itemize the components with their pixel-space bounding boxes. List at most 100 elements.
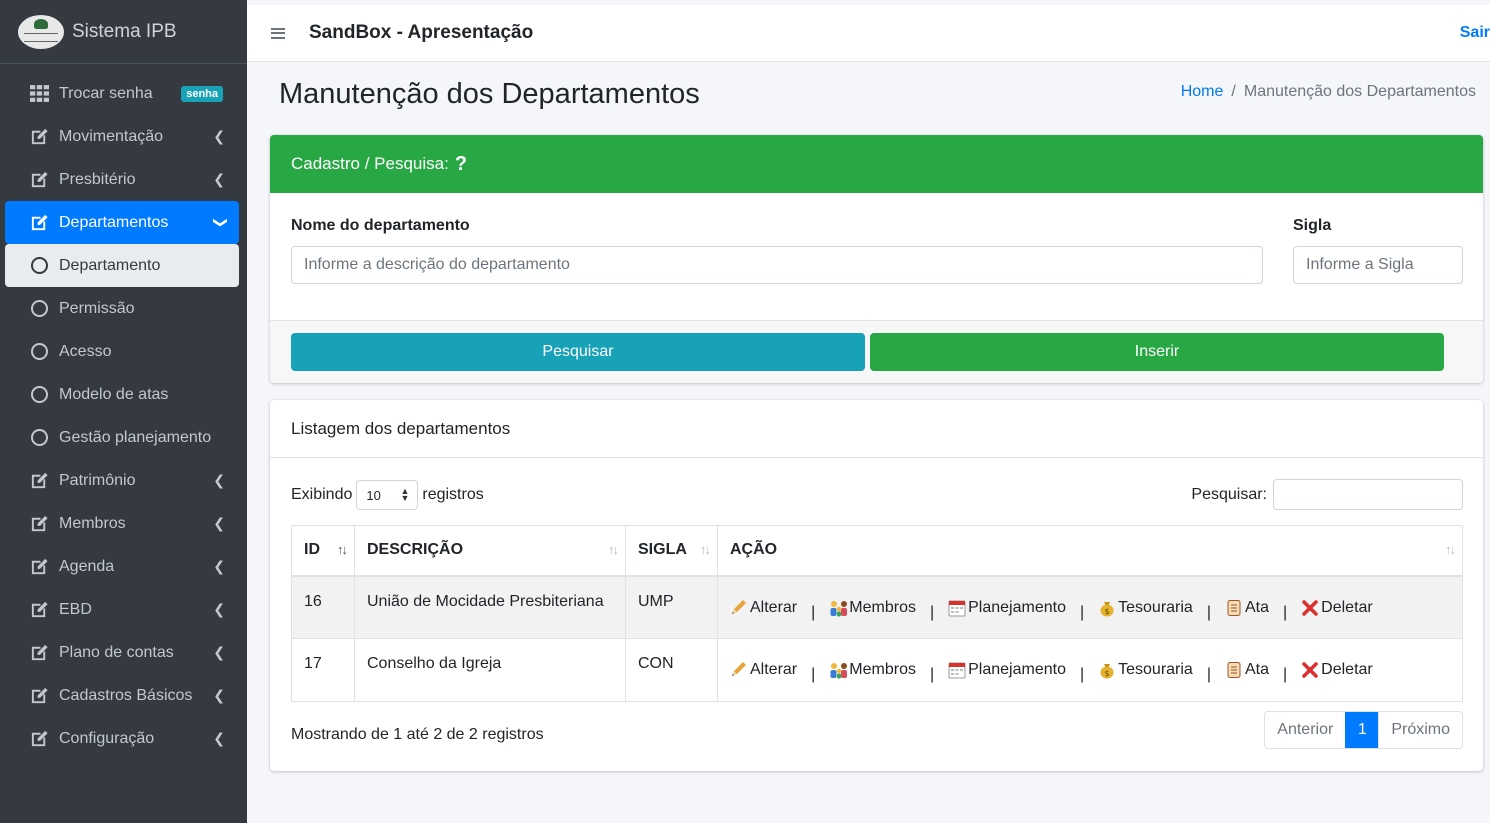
breadcrumb-home-link[interactable]: Home [1181,83,1224,101]
sidebar-item-modelo-de-atas[interactable]: Modelo de atas [5,373,239,416]
action-label: Deletar [1321,598,1373,616]
column-header-id[interactable]: ID ↑↓ [291,525,355,577]
action-label: Alterar [750,598,798,616]
sidebar-item-departamento[interactable]: Departamento [5,244,239,287]
svg-text:$: $ [1105,669,1110,678]
deletar-link[interactable]: Deletar [1301,661,1373,679]
column-header-sigla[interactable]: SIGLA ↑↓ [625,525,718,577]
page-size-select[interactable]: 10 ▲ ▼ [356,480,419,510]
sidebar-item-movimentacao[interactable]: Movimentação ❮ [5,115,239,158]
sidebar-item-configuracao[interactable]: Configuração ❮ [5,717,239,760]
deletar-link[interactable]: Deletar [1301,599,1373,617]
cross-mark-icon [1301,661,1319,679]
form-card-title: Cadastro / Pesquisa: [291,154,449,173]
chevron-left-icon: ❮ [213,730,225,746]
sidebar-item-departamentos[interactable]: Departamentos ❮ [5,201,239,244]
sidebar-item-label: Membros [59,514,126,532]
circle-icon [29,428,49,448]
breadcrumb: Home / Manutenção dos Departamentos [1181,83,1476,101]
sidebar-item-acesso[interactable]: Acesso [5,330,239,373]
action-separator: | [1283,666,1288,683]
church-logo [18,14,64,49]
scroll-icon [1225,599,1243,617]
planejamento-link[interactable]: Planejamento [948,661,1066,679]
sidebar-item-membros[interactable]: Membros ❮ [5,502,239,545]
circle-icon [29,256,49,276]
sidebar-item-permissao[interactable]: Permissão [5,287,239,330]
help-icon[interactable]: ? [455,153,467,176]
chevron-left-icon: ❮ [213,171,225,187]
sidebar-item-label: Agenda [59,557,115,575]
alterar-link[interactable]: Alterar [730,661,797,679]
ata-link[interactable]: Ata [1225,599,1269,617]
edit-icon [29,557,49,577]
form-card-header: Cadastro / Pesquisa: ? [270,135,1483,193]
table-row: 17 Conselho da Igreja CON Alterar | Membro… [291,638,1463,702]
alterar-link[interactable]: Alterar [730,599,797,617]
planejamento-link[interactable]: Planejamento [948,599,1066,617]
sidebar-item-label: EBD [59,600,92,618]
sidebar-item-gestao-planejamento[interactable]: Gestão planejamento [5,416,239,459]
chevron-left-icon: ❮ [213,644,225,660]
sidebar-item-trocar-senha[interactable]: Trocar senha senha [5,72,239,115]
sigla-input[interactable]: Informe a Sigla [1293,246,1463,284]
action-label: Membros [849,598,916,616]
logout-link[interactable]: Sair [1460,24,1490,42]
table-info: Mostrando de 1 até 2 de 2 registros [291,726,544,743]
grid-icon [29,84,49,104]
chevron-left-icon: ❮ [213,515,225,531]
sidebar-item-ebd[interactable]: EBD ❮ [5,588,239,631]
sidebar-item-plano-de-contas[interactable]: Plano de contas ❮ [5,631,239,674]
sidebar-item-label: Trocar senha [59,84,153,102]
sidebar-item-agenda[interactable]: Agenda ❮ [5,545,239,588]
svg-text:$: $ [1105,607,1110,616]
brand-name: Sistema IPB [72,20,177,42]
menu-toggle-icon[interactable] [271,27,285,39]
calendar-icon [948,661,966,679]
tesouraria-link[interactable]: $ Tesouraria [1098,599,1193,617]
edit-icon [29,213,49,233]
action-label: Tesouraria [1118,598,1193,616]
show-suffix: registros [422,486,484,503]
page-title: Manutenção dos Departamentos [279,78,700,110]
search-form-card: Cadastro / Pesquisa: ? Nome do departame… [270,135,1483,383]
page-size-value: 10 [366,487,381,503]
action-separator: | [929,603,935,621]
brand-link[interactable]: Sistema IPB [0,0,247,64]
membros-link[interactable]: Membros [829,661,916,679]
breadcrumb-current: Manutenção dos Departamentos [1243,83,1476,100]
sort-icon: ↑↓ [1445,542,1456,557]
chevron-left-icon: ❮ [213,472,225,488]
prev-page-button[interactable]: Anterior [1265,712,1345,748]
table-search-label: Pesquisar: [1191,485,1267,503]
sidebar-item-patrimonio[interactable]: Patrimônio ❮ [5,459,239,502]
sidebar-item-presbiterio[interactable]: Presbitério ❮ [5,158,239,201]
ata-link[interactable]: Ata [1225,661,1269,679]
sidebar-item-cadastros-basicos[interactable]: Cadastros Básicos ❮ [5,674,239,717]
next-page-button[interactable]: Próximo [1379,712,1462,748]
sidebar-item-label: Plano de contas [59,643,174,661]
edit-icon [29,127,49,147]
action-separator: | [1206,666,1211,683]
sidebar-item-label: Acesso [59,342,112,360]
table-search-input[interactable] [1273,479,1463,510]
column-header-descricao[interactable]: DESCRIÇÃO ↑↓ [354,525,626,577]
action-separator: | [1079,603,1085,621]
column-header-acao[interactable]: AÇÃO ↑↓ [717,525,1463,577]
department-name-input[interactable]: Informe a descrição do departamento [291,246,1263,284]
sort-icon: ↑↓ [700,542,711,557]
column-label: ID [304,541,320,559]
search-button[interactable]: Pesquisar [291,333,865,371]
action-separator: | [811,666,816,683]
action-label: Membros [849,661,916,678]
action-label: Deletar [1321,661,1373,678]
page-1-button[interactable]: 1 [1345,712,1380,748]
edit-icon [29,643,49,663]
insert-button[interactable]: Inserir [870,333,1444,371]
show-prefix: Exibindo [291,486,353,503]
action-separator: | [1283,603,1288,621]
tesouraria-link[interactable]: $ Tesouraria [1098,661,1193,679]
membros-link[interactable]: Membros [829,599,916,617]
sidebar-item-label: Presbitério [59,170,136,188]
table-row: 16 União de Mocidade Presbiteriana UMP A… [291,575,1463,639]
